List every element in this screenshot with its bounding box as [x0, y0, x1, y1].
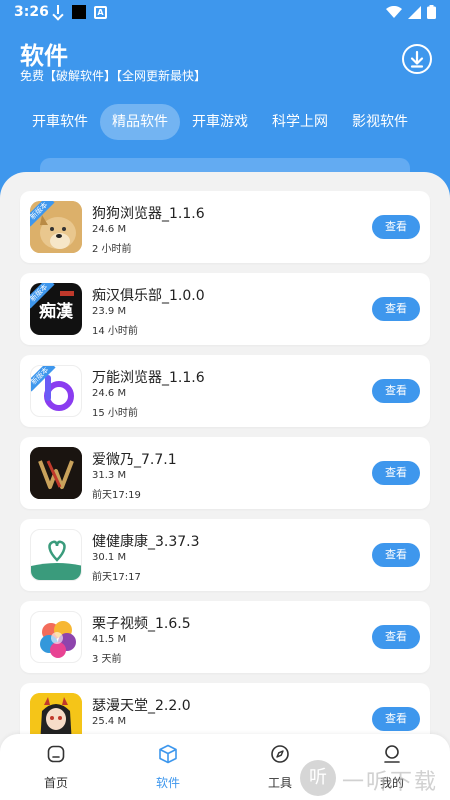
watermark-text: 一听下载 — [342, 770, 439, 795]
app-time: 前天17:17 — [92, 572, 141, 583]
app-size: 23.9 M — [92, 306, 127, 317]
app-size: 30.1 M — [92, 552, 127, 563]
app-card[interactable]: 爱微乃_7.7.1 31.3 M 前天17:19 查看 — [20, 437, 430, 509]
nav-software[interactable]: 软件 — [128, 744, 208, 796]
view-button[interactable]: 查看 — [372, 215, 420, 239]
app-name: 栗子视频_1.6.5 — [92, 616, 191, 632]
watermark: 听 一听下载 — [300, 760, 450, 796]
app-name: 健健康康_3.37.3 — [92, 534, 200, 550]
app-size: 31.3 M — [92, 470, 127, 481]
tab-premium-software[interactable]: 精品软件 — [100, 104, 180, 140]
nav-home[interactable]: 首页 — [16, 744, 96, 796]
wifi-icon — [386, 5, 402, 18]
download-notification-icon — [52, 5, 64, 19]
app-size: 25.4 M — [92, 716, 127, 727]
status-bar: 3:26 A — [0, 0, 450, 26]
w-logo-icon — [30, 447, 82, 499]
flower-icon — [30, 611, 82, 663]
heart-icon — [30, 529, 82, 581]
view-button[interactable]: 查看 — [372, 707, 420, 731]
b-logo-icon: 新版本 — [30, 365, 82, 417]
page-subtitle: 免费【破解软件】【全网更新最快】 — [20, 69, 207, 83]
status-time: 3:26 — [14, 4, 49, 20]
app-notification-icon — [72, 5, 86, 19]
nav-home-label: 首页 — [43, 776, 68, 790]
app-time: 前天17:19 — [92, 490, 141, 501]
page-title: 软件 — [20, 42, 68, 70]
app-name: 万能浏览器_1.1.6 — [92, 370, 205, 386]
app-name: 痴汉俱乐部_1.0.0 — [92, 288, 205, 304]
download-icon — [410, 50, 424, 68]
status-system-icons — [386, 5, 436, 19]
view-button[interactable]: 查看 — [372, 297, 420, 321]
app-card[interactable]: 新版本 狗狗浏览器_1.1.6 24.6 M 2 小时前 查看 — [20, 191, 430, 263]
app-size: 41.5 M — [92, 634, 127, 645]
compass-icon — [271, 745, 289, 763]
app-size: 24.6 M — [92, 224, 127, 235]
category-tabs: 开車软件 精品软件 开車游戏 科学上网 影视软件 — [0, 104, 450, 140]
app-card[interactable]: 栗子视频_1.6.5 41.5 M 3 天前 查看 — [20, 601, 430, 673]
view-button[interactable]: 查看 — [372, 543, 420, 567]
app-name: 爱微乃_7.7.1 — [92, 452, 177, 468]
app-size: 24.6 M — [92, 388, 127, 399]
download-button[interactable] — [402, 44, 432, 74]
battery-icon — [427, 5, 436, 19]
doge-icon: 新版本 — [30, 201, 82, 253]
app-list: 新版本 狗狗浏览器_1.1.6 24.6 M 2 小时前 查看 痴漢 新版本 痴… — [0, 172, 450, 800]
a-notification-icon: A — [94, 5, 107, 19]
status-notification-icons: A — [52, 5, 107, 19]
tab-kaiche-software[interactable]: 开車软件 — [16, 104, 104, 140]
app-card[interactable]: 痴漢 新版本 痴汉俱乐部_1.0.0 23.9 M 14 小时前 查看 — [20, 273, 430, 345]
app-time: 15 小时前 — [92, 408, 138, 419]
app-time: 3 天前 — [92, 654, 122, 665]
watermark-logo: 听 — [300, 760, 336, 796]
app-time: 2 小时前 — [92, 244, 132, 255]
nav-software-label: 软件 — [155, 776, 180, 790]
view-button[interactable]: 查看 — [372, 379, 420, 403]
view-button[interactable]: 查看 — [372, 625, 420, 649]
chihan-icon: 痴漢 新版本 — [30, 283, 82, 335]
signal-icon — [408, 5, 421, 19]
app-name: 瑟漫天堂_2.2.0 — [92, 698, 191, 714]
tab-video-software[interactable]: 影视软件 — [340, 104, 420, 140]
home-icon — [47, 745, 65, 763]
app-name: 狗狗浏览器_1.1.6 — [92, 206, 205, 222]
tab-kaiche-games[interactable]: 开車游戏 — [180, 104, 260, 140]
app-time: 14 小时前 — [92, 326, 138, 337]
app-card[interactable]: 健健康康_3.37.3 30.1 M 前天17:17 查看 — [20, 519, 430, 591]
view-button[interactable]: 查看 — [372, 461, 420, 485]
app-card[interactable]: 新版本 万能浏览器_1.1.6 24.6 M 15 小时前 查看 — [20, 355, 430, 427]
box-icon — [159, 744, 177, 764]
tab-vpn[interactable]: 科学上网 — [260, 104, 340, 140]
